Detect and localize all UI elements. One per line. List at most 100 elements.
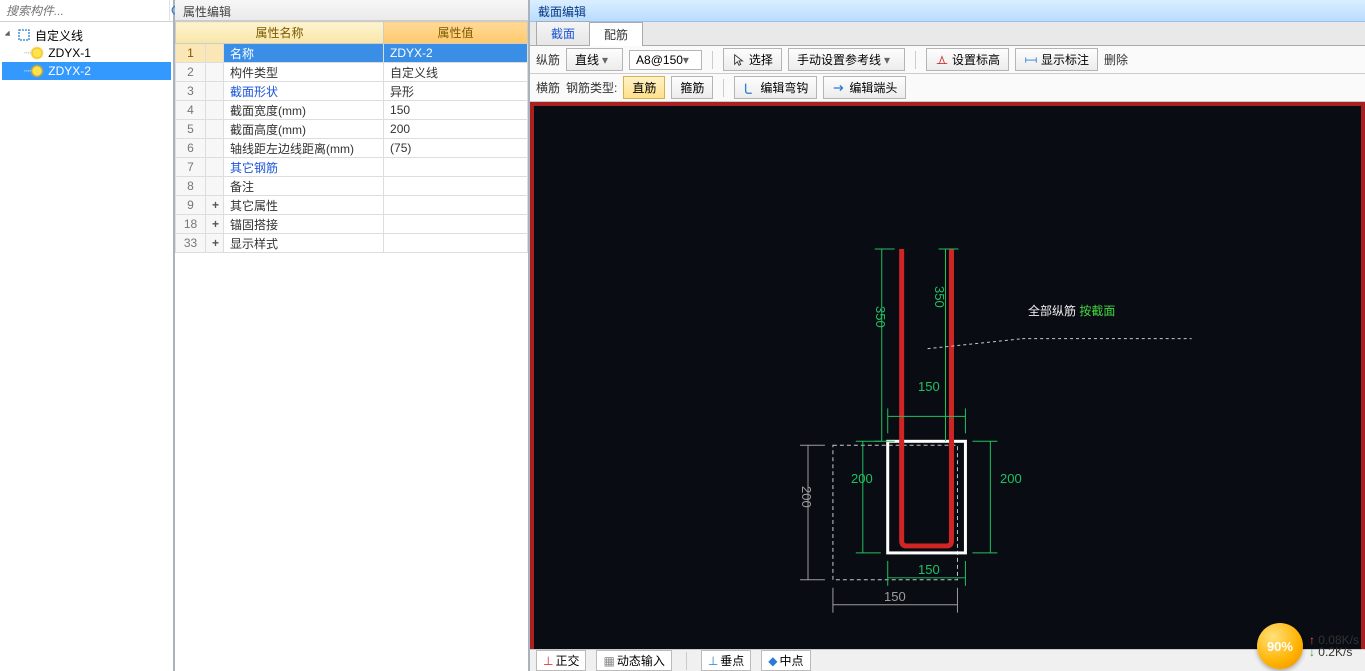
component-sidebar: 自定义线 ┈ ZDYX-1 ┈ ZDYX-2 <box>0 0 175 671</box>
component-icon <box>30 46 44 60</box>
shape-icon <box>17 28 31 42</box>
prop-value[interactable] <box>384 158 528 177</box>
expand-toggle <box>206 158 224 177</box>
component-icon <box>30 64 44 78</box>
property-row[interactable]: 5截面高度(mm)200 <box>176 120 528 139</box>
component-tree[interactable]: 自定义线 ┈ ZDYX-1 ┈ ZDYX-2 <box>0 22 173 84</box>
stirrup-rebar-button[interactable]: 箍筋 <box>671 76 713 99</box>
prop-name: 轴线距左边线距离(mm) <box>224 139 384 158</box>
prop-name: 截面形状 <box>224 82 384 101</box>
prop-name: 其它属性 <box>224 196 384 215</box>
prop-value[interactable] <box>384 177 528 196</box>
editor-title: 截面编辑 <box>530 0 1365 22</box>
expand-toggle[interactable]: + <box>206 196 224 215</box>
prop-value[interactable]: (75) <box>384 139 528 158</box>
prop-value[interactable]: 200 <box>384 120 528 139</box>
collapse-icon[interactable] <box>4 30 15 41</box>
chevron-down-icon: ▾ <box>884 53 896 67</box>
prop-value[interactable] <box>384 215 528 234</box>
show-dimension-button[interactable]: 显示标注 <box>1015 48 1098 71</box>
header-value: 属性值 <box>384 22 528 44</box>
download-speed: 0.2K/s <box>1309 646 1359 658</box>
dim-left-height: 200 <box>851 471 873 486</box>
rebar-annotation: 全部纵筋 按截面 <box>1028 298 1115 321</box>
delete-button[interactable]: 删除 <box>1104 51 1128 68</box>
dim-gray-left: 200 <box>799 486 814 508</box>
rebar-spec-field[interactable]: A8@150▾ <box>629 50 702 70</box>
dim-bottom-width: 150 <box>918 562 940 577</box>
edit-end-button[interactable]: 编辑端头 <box>823 76 906 99</box>
mid-snap-toggle[interactable]: ◆中点 <box>761 650 810 671</box>
dim-bar-left: 350 <box>873 306 888 328</box>
expand-toggle <box>206 101 224 120</box>
section-editor: 截面编辑 截面 配筋 纵筋 直线▾ A8@150▾ 选择 手动设置参考线▾ 设置… <box>530 0 1365 671</box>
expand-toggle[interactable]: + <box>206 234 224 253</box>
status-bar: ⊥正交 ▦动态输入 ⊥垂点 ◆中点 <box>530 649 1365 671</box>
tree-root[interactable]: 自定义线 <box>2 26 171 44</box>
property-table[interactable]: 属性名称 属性值 1名称ZDYX-22构件类型自定义线3截面形状异形4截面宽度(… <box>175 21 528 253</box>
set-elevation-button[interactable]: 设置标高 <box>926 48 1009 71</box>
prop-name: 构件类型 <box>224 63 384 82</box>
property-row[interactable]: 4截面宽度(mm)150 <box>176 101 528 120</box>
tab-rebar[interactable]: 配筋 <box>589 22 643 46</box>
arrow-right-icon <box>832 81 846 95</box>
edit-hook-button[interactable]: 编辑弯钩 <box>734 76 817 99</box>
property-panel: 属性编辑 属性名称 属性值 1名称ZDYX-22构件类型自定义线3截面形状异形4… <box>175 0 530 671</box>
expand-toggle <box>206 120 224 139</box>
dynamic-input-toggle[interactable]: ▦动态输入 <box>596 650 671 671</box>
rebar-type-label: 钢筋类型: <box>566 79 617 96</box>
property-row[interactable]: 1名称ZDYX-2 <box>176 44 528 63</box>
property-row[interactable]: 18+锚固搭接 <box>176 215 528 234</box>
long-label: 纵筋 <box>536 51 560 68</box>
dim-bar-right: 350 <box>932 286 947 308</box>
ortho-toggle[interactable]: ⊥正交 <box>536 650 586 671</box>
expand-toggle <box>206 82 224 101</box>
property-row[interactable]: 3截面形状异形 <box>176 82 528 101</box>
property-row[interactable]: 6轴线距左边线距离(mm)(75) <box>176 139 528 158</box>
prop-value[interactable]: 150 <box>384 101 528 120</box>
straight-rebar-button[interactable]: 直筋 <box>623 76 665 99</box>
toolbar-longitudinal: 纵筋 直线▾ A8@150▾ 选择 手动设置参考线▾ 设置标高 显示标注 删除 <box>530 46 1365 74</box>
line-mode-button[interactable]: 直线▾ <box>566 48 623 71</box>
expand-toggle <box>206 177 224 196</box>
prop-value[interactable] <box>384 196 528 215</box>
prop-value[interactable] <box>384 234 528 253</box>
select-button[interactable]: 选择 <box>723 48 782 71</box>
expand-toggle[interactable]: + <box>206 215 224 234</box>
dim-top-width: 150 <box>918 379 940 394</box>
prop-name: 显示样式 <box>224 234 384 253</box>
property-row[interactable]: 2构件类型自定义线 <box>176 63 528 82</box>
expand-toggle <box>206 63 224 82</box>
property-row[interactable]: 7其它钢筋 <box>176 158 528 177</box>
prop-value[interactable]: 自定义线 <box>384 63 528 82</box>
prop-value[interactable]: 异形 <box>384 82 528 101</box>
prop-value[interactable]: ZDYX-2 <box>384 44 528 63</box>
network-meter: 90% 0.08K/s 0.2K/s <box>1257 623 1359 669</box>
expand-toggle <box>206 44 224 63</box>
section-drawing <box>534 106 1361 671</box>
property-row[interactable]: 33+显示样式 <box>176 234 528 253</box>
search-input[interactable] <box>0 1 169 21</box>
chevron-down-icon: ▾ <box>683 53 695 67</box>
prop-name: 名称 <box>224 44 384 63</box>
tree-item-label: ZDYX-2 <box>48 64 91 78</box>
property-row[interactable]: 8备注 <box>176 177 528 196</box>
dim-right-height: 200 <box>1000 471 1022 486</box>
dim-gray-bottom: 150 <box>884 589 906 604</box>
property-row[interactable]: 9+其它属性 <box>176 196 528 215</box>
elevation-icon <box>935 53 949 67</box>
chevron-down-icon: ▾ <box>602 53 614 67</box>
cursor-icon <box>732 53 746 67</box>
prop-name: 截面宽度(mm) <box>224 101 384 120</box>
dimension-icon <box>1024 53 1038 67</box>
perp-snap-toggle[interactable]: ⊥垂点 <box>701 650 751 671</box>
property-panel-title: 属性编辑 <box>175 0 528 21</box>
tree-item-zdyx1[interactable]: ┈ ZDYX-1 <box>2 44 171 62</box>
trans-label: 横筋 <box>536 79 560 96</box>
tab-section[interactable]: 截面 <box>536 21 590 45</box>
toolbar-transverse: 横筋 钢筋类型: 直筋 箍筋 编辑弯钩 编辑端头 <box>530 74 1365 102</box>
tree-item-zdyx2[interactable]: ┈ ZDYX-2 <box>2 62 171 80</box>
speed-badge[interactable]: 90% <box>1257 623 1303 669</box>
drawing-canvas[interactable]: 150 200 150 200 350 350 150 200 全部纵筋 按截面 <box>530 102 1365 671</box>
manual-refline-button[interactable]: 手动设置参考线▾ <box>788 48 905 71</box>
